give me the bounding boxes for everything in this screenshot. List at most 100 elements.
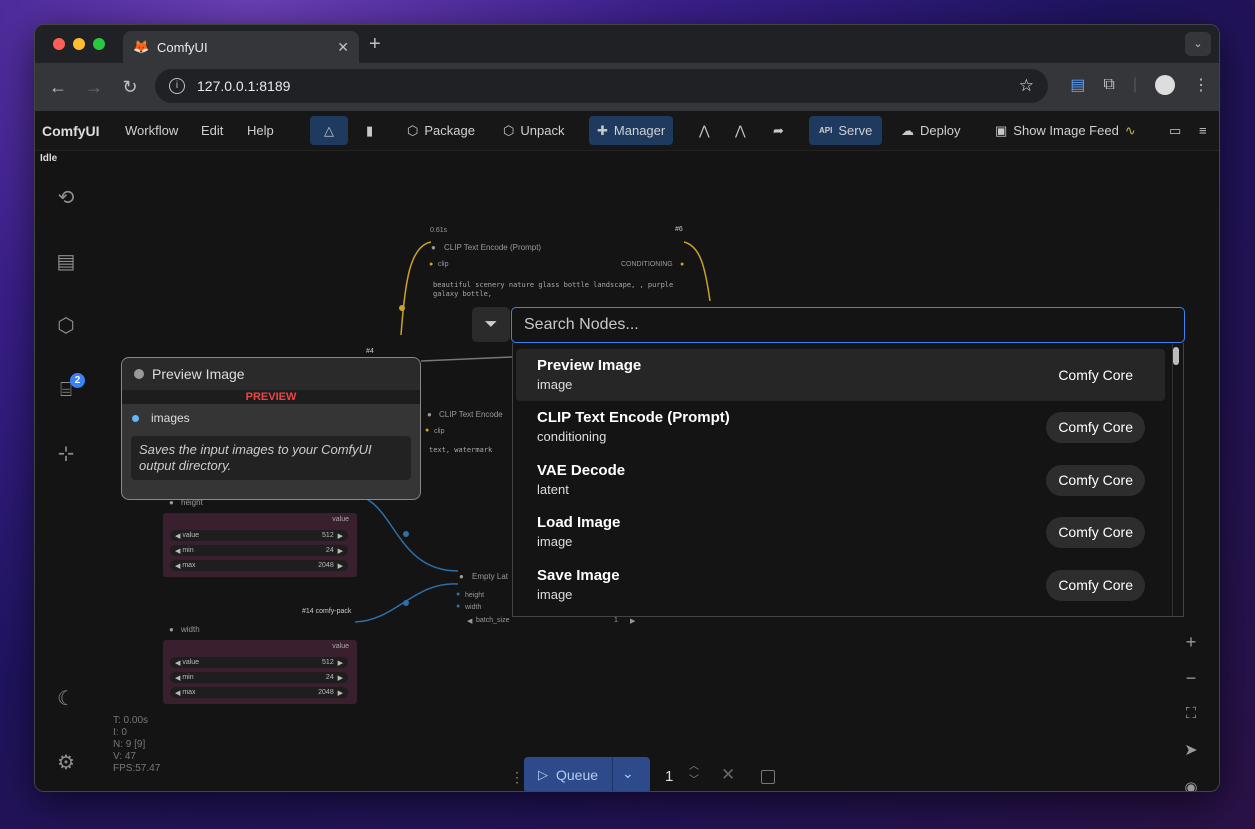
result-item[interactable]: Preview Image image Comfy Core [516,349,1165,401]
comfy-a-button-1[interactable]: ⋀ [691,116,718,145]
clip-node1-dot: ● [431,243,436,252]
stop-square-icon[interactable] [761,770,775,784]
unpack-icon: ⬡ [503,122,515,138]
theme-moon-icon[interactable]: ☾ [53,686,79,712]
result-item[interactable]: Save Image image Comfy Core [516,559,1165,611]
toggle-visibility-eye-icon[interactable]: ◉ [1178,775,1204,791]
close-window-button[interactable] [53,38,65,50]
batch-inc-icon[interactable]: ▶ [630,617,635,625]
forward-icon[interactable]: → [76,77,112,98]
preview-image-node[interactable]: Preview Image PREVIEW images Saves the i… [121,357,421,500]
navigate-arrow-icon[interactable]: ➤ [1178,738,1204,764]
clip-node2-id: #4 [366,348,374,355]
increment-icon[interactable]: ︿ [689,760,699,774]
result-item[interactable]: VAE Decode latent Comfy Core [516,454,1165,506]
cancel-x-icon[interactable]: ✕ [721,765,735,785]
result-item[interactable]: CLIP Text Encode (Prompt) conditioning C… [516,401,1165,453]
puzzle-extension-icon[interactable]: ⧉ [1103,76,1114,94]
settings-gear-icon[interactable]: ⚙ [53,750,79,776]
site-info-icon[interactable]: i [169,78,185,94]
batch-dec-icon[interactable]: ◀ [467,617,472,625]
results-scrollbar[interactable] [1172,343,1182,616]
model-cube-icon[interactable]: ⬡ [53,313,79,339]
height-value-row[interactable]: ◀ value 512 ▶ [170,530,348,541]
back-icon[interactable]: ← [40,77,76,98]
minimize-window-button[interactable] [73,38,85,50]
clip-node1-text[interactable]: beautiful scenery nature glass bottle la… [433,281,683,299]
clip-node2-text[interactable]: text, watermark [429,446,492,454]
show-image-feed-button[interactable]: ▣ Show Image Feed ∿ [987,116,1144,145]
node-tree-icon[interactable]: ⊹ [53,441,79,467]
width-value-row[interactable]: ◀ value 512 ▶ [170,657,348,668]
queue-button[interactable]: ▷ Queue ⌄ [524,757,650,791]
batch-size-value[interactable]: 1 [614,617,618,624]
maximize-window-button[interactable] [93,38,105,50]
clip-node2-title: CLIP Text Encode [439,410,503,419]
tab-comfyui[interactable]: 🦊 ComfyUI ✕ [123,31,359,63]
close-tab-icon[interactable]: ✕ [337,39,349,56]
hamburger-menu-button[interactable]: ≡ [1191,116,1215,145]
width-node[interactable]: value ◀ value 512 ▶ ◀ min 24 ▶ ◀ max 2048 ▶ [163,640,357,704]
height-node[interactable]: value ◀ value 512 ▶ ◀ min 24 ▶ ◀ max 2048 ▶ [163,513,357,577]
result-name: Load Image [537,514,621,531]
height-max-row[interactable]: ◀ max 2048 ▶ [170,560,348,571]
comfy-a-button-2[interactable]: ⋀ [727,116,754,145]
clip-node1-output: CONDITIONING [621,261,673,268]
library-book-icon[interactable]: ▤ [53,249,79,275]
chevron-down-icon[interactable]: ⌄ [622,765,634,782]
result-name: Save Image [537,567,620,584]
browser-menu-icon[interactable]: ⋮ [1193,75,1209,95]
url-field[interactable]: i 127.0.0.1:8189 ☆ [155,69,1048,103]
workflow-count-badge: 2 [70,373,85,388]
cloud-upload-icon: ☁ [901,122,914,138]
graph-canvas[interactable]: Idle 0.61s #6 ● CLIP Text Encode (Prompt… [35,151,1219,791]
menu-workflow[interactable]: Workflow [125,123,178,138]
preview-node-header[interactable]: Preview Image [122,358,420,390]
decrement-icon[interactable]: ﹀ [689,774,699,788]
images-input-slot[interactable]: images [122,411,420,425]
drag-handle-icon[interactable]: ⋮ [510,769,524,786]
unpack-button[interactable]: ⬡ Unpack [495,116,572,145]
zoom-in-icon[interactable]: + [1178,629,1204,655]
zoom-out-icon[interactable]: − [1178,665,1204,691]
result-item[interactable]: Load Image image Comfy Core [516,506,1165,558]
scrollbar-thumb[interactable] [1173,347,1179,365]
history-icon[interactable]: ⟲ [53,185,79,211]
fit-view-icon[interactable]: ⛶ [1178,701,1204,727]
menu-edit[interactable]: Edit [201,123,223,138]
width-min-row[interactable]: ◀ min 24 ▶ [170,672,348,683]
preview-node-title: Preview Image [152,366,245,382]
batch-count-input[interactable]: 1 [665,768,673,785]
package-button[interactable]: ⬡ Package [399,116,483,145]
clip-node2-input: clip [434,428,445,435]
search-nodes-input[interactable] [511,307,1185,343]
share-button[interactable]: ➦ [765,116,792,145]
filter-funnel-icon: ⏷ [484,316,498,333]
result-source-badge: Comfy Core [1058,367,1133,383]
bookmark-star-icon[interactable]: ☆ [1019,76,1034,96]
toggle-panel-button[interactable]: ▭ [1161,116,1189,145]
clip-node1-input: clip [438,261,449,268]
fox-favicon-icon: 🦊 [133,39,150,54]
reader-extension-icon[interactable]: ▤ [1070,75,1085,95]
manager-button[interactable]: ✚ Manager [589,116,674,145]
filter-button[interactable]: ⏷ [472,307,510,342]
deploy-button[interactable]: ☁ Deploy [893,116,968,145]
result-name: Preview Image [537,357,642,374]
width-max-row[interactable]: ◀ max 2048 ▶ [170,687,348,698]
batch-count-stepper[interactable]: ︿ ﹀ [689,760,699,788]
bookmark-button[interactable]: ▮ [358,116,381,145]
new-tab-button[interactable]: + [369,33,381,56]
reload-icon[interactable]: ↻ [112,77,148,98]
serve-button[interactable]: API Serve [809,116,883,145]
comfy-logo-button[interactable]: △ [310,116,348,145]
a-logo-icon: ⋀ [735,122,746,138]
menu-help[interactable]: Help [247,123,274,138]
tab-search-button[interactable]: ⌄ [1185,32,1211,56]
empty-latent-height: height [465,592,485,599]
show-image-feed-label: Show Image Feed [1013,123,1119,138]
collapse-dot-icon[interactable] [134,369,144,379]
width-input-dot: ● [456,603,461,610]
height-min-row[interactable]: ◀ min 24 ▶ [170,545,348,556]
profile-avatar[interactable] [1155,75,1175,95]
